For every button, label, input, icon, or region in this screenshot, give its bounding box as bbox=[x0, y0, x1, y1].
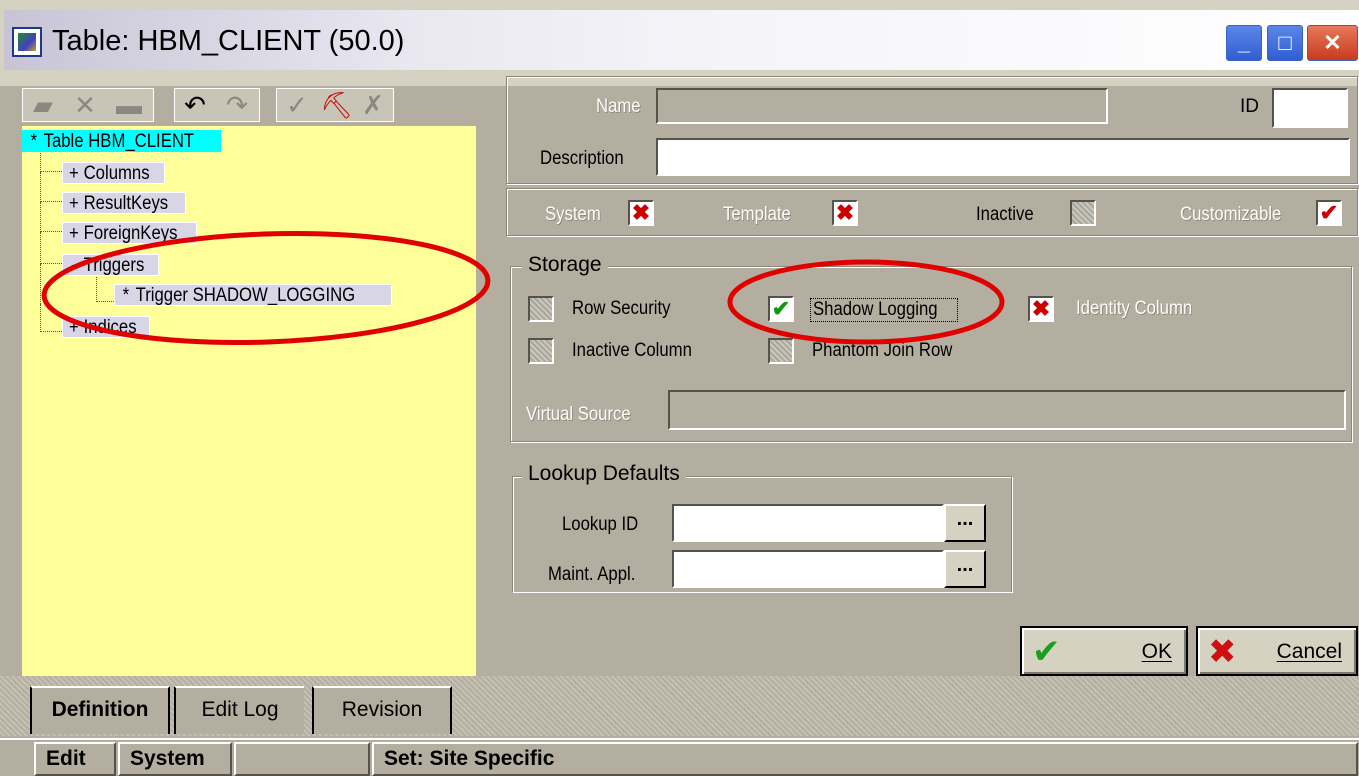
annotation-ellipse-shadow-logging bbox=[727, 259, 1005, 345]
annotation-overlay bbox=[41, 230, 1005, 346]
annotation-ellipse-triggers bbox=[41, 230, 491, 346]
